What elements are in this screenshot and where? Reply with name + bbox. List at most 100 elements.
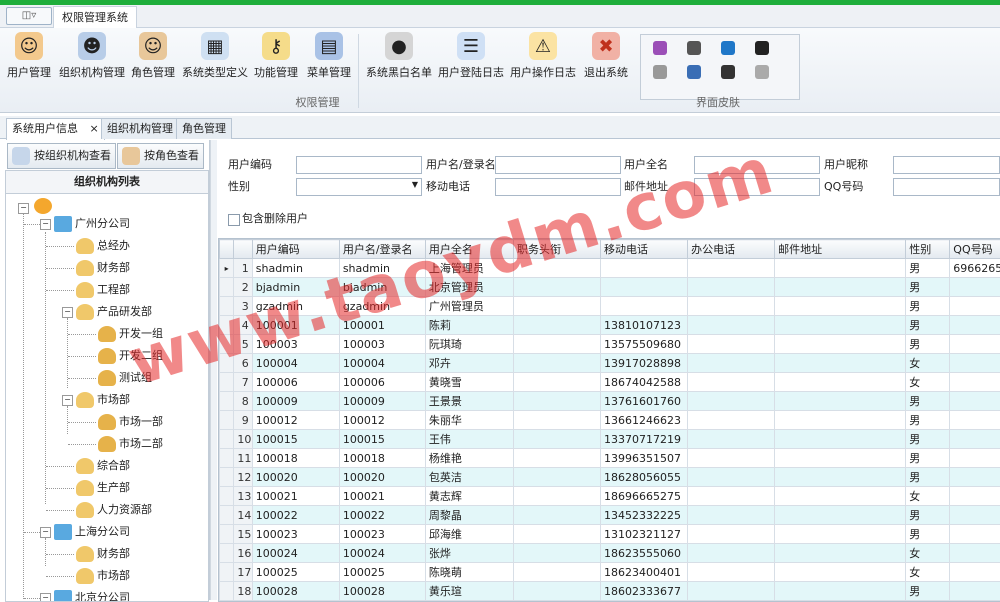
- tree-node[interactable]: 市场二部: [98, 434, 163, 454]
- table-cell[interactable]: 100022: [339, 506, 425, 525]
- table-cell[interactable]: [688, 468, 775, 487]
- table-cell[interactable]: [775, 430, 906, 449]
- table-row[interactable]: ▸1shadminshadmin上海管理员男6966265: [220, 259, 1000, 278]
- collapse-icon[interactable]: −: [40, 593, 51, 602]
- table-cell[interactable]: 100025: [252, 563, 339, 582]
- table-cell[interactable]: 13575509680: [601, 335, 688, 354]
- login-log-button[interactable]: ☰ 用户登陆日志: [438, 30, 504, 88]
- table-cell[interactable]: 女: [906, 563, 950, 582]
- table-cell[interactable]: 100020: [252, 468, 339, 487]
- table-cell[interactable]: 100025: [339, 563, 425, 582]
- table-cell[interactable]: 黄乐瑄: [425, 582, 513, 601]
- table-cell[interactable]: 阮琪琦: [425, 335, 513, 354]
- column-header[interactable]: 邮件地址: [775, 240, 906, 259]
- skin-swatch-icon[interactable]: [687, 41, 701, 55]
- skin-swatch-icon[interactable]: [653, 41, 667, 55]
- table-row[interactable]: 5100003100003阮琪琦13575509680男: [220, 335, 1000, 354]
- table-cell[interactable]: [775, 259, 906, 278]
- tree-node[interactable]: 市场一部: [98, 412, 163, 432]
- skin-swatch-icon[interactable]: [721, 41, 735, 55]
- table-cell[interactable]: [513, 468, 600, 487]
- table-cell[interactable]: bjadmin: [252, 278, 339, 297]
- table-cell[interactable]: [688, 392, 775, 411]
- table-cell[interactable]: [688, 316, 775, 335]
- table-cell[interactable]: 邱海维: [425, 525, 513, 544]
- table-cell[interactable]: 100028: [252, 582, 339, 601]
- table-cell[interactable]: 陈莉: [425, 316, 513, 335]
- system-type-button[interactable]: ▦ 系统类型定义: [182, 30, 248, 88]
- gender-select[interactable]: ▼: [296, 178, 422, 196]
- table-cell[interactable]: 邓卉: [425, 354, 513, 373]
- table-cell[interactable]: [688, 449, 775, 468]
- tab-org-management[interactable]: 组织机构管理: [101, 118, 179, 139]
- table-cell[interactable]: 100024: [252, 544, 339, 563]
- table-cell[interactable]: 王伟: [425, 430, 513, 449]
- table-cell[interactable]: [513, 278, 600, 297]
- table-cell[interactable]: 100004: [339, 354, 425, 373]
- table-cell[interactable]: 100021: [252, 487, 339, 506]
- app-tab[interactable]: 权限管理系统: [53, 6, 137, 28]
- table-cell[interactable]: 100023: [339, 525, 425, 544]
- table-cell[interactable]: [688, 430, 775, 449]
- table-cell[interactable]: [688, 297, 775, 316]
- table-cell[interactable]: [688, 411, 775, 430]
- column-header[interactable]: 办公电话: [688, 240, 775, 259]
- table-cell[interactable]: 100020: [339, 468, 425, 487]
- tree-node[interactable]: 工程部: [76, 280, 130, 300]
- email-input[interactable]: [694, 178, 820, 196]
- table-row[interactable]: 13100021100021黄志辉18696665275女: [220, 487, 1000, 506]
- table-cell[interactable]: 男: [906, 411, 950, 430]
- table-cell[interactable]: 100015: [252, 430, 339, 449]
- table-cell[interactable]: 男: [906, 259, 950, 278]
- table-cell[interactable]: 朱丽华: [425, 411, 513, 430]
- table-cell[interactable]: 男: [906, 468, 950, 487]
- collapse-icon[interactable]: −: [62, 307, 73, 318]
- table-cell[interactable]: [601, 297, 688, 316]
- table-row[interactable]: 2bjadminbjadmin北京管理员男: [220, 278, 1000, 297]
- table-cell[interactable]: 100001: [339, 316, 425, 335]
- include-deleted-checkbox[interactable]: [228, 214, 240, 226]
- table-cell[interactable]: [513, 373, 600, 392]
- table-cell[interactable]: 100015: [339, 430, 425, 449]
- table-cell[interactable]: [775, 297, 906, 316]
- fullname-input[interactable]: [694, 156, 820, 174]
- table-cell[interactable]: 女: [906, 544, 950, 563]
- table-row[interactable]: 14100022100022周黎晶13452332225男: [220, 506, 1000, 525]
- table-cell[interactable]: 王景景: [425, 392, 513, 411]
- table-cell[interactable]: 黄志辉: [425, 487, 513, 506]
- tree-node[interactable]: 开发二组: [98, 346, 163, 366]
- table-cell[interactable]: 100001: [252, 316, 339, 335]
- tree-node[interactable]: 综合部: [76, 456, 130, 476]
- tree-node[interactable]: 生产部: [76, 478, 130, 498]
- skin-swatch-icon[interactable]: [687, 65, 701, 79]
- table-cell[interactable]: [513, 259, 600, 278]
- skin-swatch-icon[interactable]: [755, 65, 769, 79]
- table-cell[interactable]: [601, 278, 688, 297]
- table-cell[interactable]: 100022: [252, 506, 339, 525]
- table-cell[interactable]: [775, 506, 906, 525]
- skin-swatch-icon[interactable]: [653, 65, 667, 79]
- table-cell[interactable]: [775, 582, 906, 601]
- table-cell[interactable]: 6966265: [950, 259, 1000, 278]
- table-cell[interactable]: [950, 525, 1000, 544]
- table-cell[interactable]: [688, 544, 775, 563]
- table-cell[interactable]: shadmin: [339, 259, 425, 278]
- table-cell[interactable]: [775, 563, 906, 582]
- table-cell[interactable]: 杨维艳: [425, 449, 513, 468]
- table-cell[interactable]: 北京管理员: [425, 278, 513, 297]
- table-cell[interactable]: 18674042588: [601, 373, 688, 392]
- table-cell[interactable]: 100012: [339, 411, 425, 430]
- table-cell[interactable]: 100021: [339, 487, 425, 506]
- table-cell[interactable]: [950, 544, 1000, 563]
- table-cell[interactable]: 男: [906, 278, 950, 297]
- table-cell[interactable]: [513, 563, 600, 582]
- table-cell[interactable]: 13661246623: [601, 411, 688, 430]
- menu-management-button[interactable]: ▤ 菜单管理: [305, 30, 353, 88]
- table-cell[interactable]: 男: [906, 335, 950, 354]
- table-cell[interactable]: [950, 335, 1000, 354]
- table-cell[interactable]: 18696665275: [601, 487, 688, 506]
- table-row[interactable]: 4100001100001陈莉13810107123男: [220, 316, 1000, 335]
- table-cell[interactable]: 13917028898: [601, 354, 688, 373]
- table-row[interactable]: 11100018100018杨维艳13996351507男: [220, 449, 1000, 468]
- table-cell[interactable]: [775, 392, 906, 411]
